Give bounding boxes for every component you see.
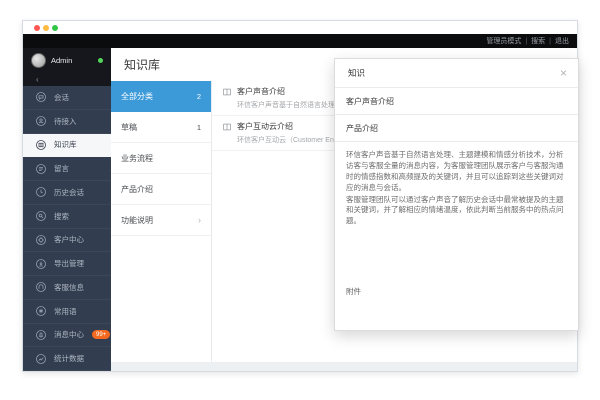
sidebar-item-label: 待接入 (54, 116, 77, 127)
category-business-process[interactable]: 业务流程 (111, 143, 211, 174)
message-icon (35, 163, 47, 175)
sidebar-item-label: 客户中心 (54, 234, 84, 245)
app-window: 管理员模式 | 搜索 | 退出 Admin ‹ 会话 (22, 20, 578, 372)
person-icon (35, 115, 47, 127)
sidebar-item-sessions[interactable]: 会话 (23, 86, 111, 110)
top-appbar: 管理员模式 | 搜索 | 退出 (23, 34, 577, 48)
sidebar-item-agent-info[interactable]: 客服信息 (23, 276, 111, 300)
search-icon (35, 210, 47, 222)
category-label: 功能说明 (121, 215, 153, 226)
sidebar-menu: 会话 待接入 知识库 留言 (23, 86, 111, 371)
category-all[interactable]: 全部分类 2 (111, 81, 211, 112)
open-book-icon (222, 87, 232, 97)
sidebar-item-label: 消息中心 (54, 329, 84, 340)
online-status-dot (98, 58, 103, 63)
knowledge-paragraph: 环信客户声音基于自然语言处理、主题建模和情感分析技术，分析访客与客服全量的消息内… (346, 150, 567, 194)
window-titlebar (23, 21, 577, 34)
category-count: 1 (197, 123, 201, 132)
chevron-right-icon: › (198, 215, 201, 225)
search-result-item[interactable]: 客户声音介绍 (335, 88, 578, 115)
category-label: 业务流程 (121, 153, 153, 164)
logout-link[interactable]: 退出 (555, 36, 569, 46)
sidebar-item-leave-message[interactable]: 留言 (23, 157, 111, 181)
sidebar-item-customer-center[interactable]: 客户中心 (23, 229, 111, 253)
sidebar-item-common-phrases[interactable]: 常用语 (23, 300, 111, 324)
zoom-window-button[interactable] (52, 25, 58, 31)
category-product-intro[interactable]: 产品介绍 (111, 174, 211, 205)
history-clock-icon (35, 186, 47, 198)
stats-chart-icon (35, 353, 47, 365)
headset-icon (35, 281, 47, 293)
category-label: 草稿 (121, 122, 137, 133)
knowledge-search-input[interactable] (346, 67, 560, 79)
target-icon (35, 234, 47, 246)
chat-icon (35, 91, 47, 103)
sidebar-item-label: 统计数据 (54, 353, 84, 364)
sidebar-item-label: 客服信息 (54, 282, 84, 293)
sidebar-item-label: 导出管理 (54, 258, 84, 269)
page-title: 知识库 (124, 56, 160, 73)
sidebar-item-label: 搜索 (54, 211, 69, 222)
article-title: 客户互动云介绍 (237, 121, 293, 132)
sidebar-item-label: 留言 (54, 163, 69, 174)
sidebar-item-knowledge-base[interactable]: 知识库 (23, 134, 111, 158)
sidebar-item-history[interactable]: 历史会话 (23, 181, 111, 205)
avatar (31, 53, 46, 68)
sidebar-collapse-button[interactable]: ‹ (23, 72, 111, 86)
close-window-button[interactable] (34, 25, 40, 31)
sidebar-item-pending[interactable]: 待接入 (23, 110, 111, 134)
profile-name: Admin (51, 56, 72, 65)
category-label: 全部分类 (121, 91, 153, 102)
topbar-separator: | (549, 38, 551, 45)
sidebar-item-label: 历史会话 (54, 187, 84, 198)
screen: 管理员模式 | 搜索 | 退出 Admin ‹ 会话 (0, 0, 600, 400)
category-label: 产品介绍 (121, 184, 153, 195)
sidebar-item-statistics[interactable]: 统计数据 (23, 347, 111, 371)
category-feature-guide[interactable]: 功能说明 › (111, 205, 211, 236)
chevron-left-icon: ‹ (36, 75, 39, 84)
sidebar: Admin ‹ 会话 待接入 (23, 48, 111, 371)
bell-icon (35, 329, 47, 341)
download-icon (35, 258, 47, 270)
knowledge-search-panel: × 客户声音介绍 产品介绍 环信客户声音基于自然语言处理、主题建模和情感分析技术… (334, 58, 579, 331)
knowledge-search-bar: × (335, 59, 578, 88)
asterisk-icon (35, 305, 47, 317)
book-icon (35, 139, 47, 151)
sidebar-item-label: 常用语 (54, 306, 77, 317)
search-link[interactable]: 搜索 (531, 36, 545, 46)
sidebar-item-search[interactable]: 搜索 (23, 205, 111, 229)
sidebar-item-label: 知识库 (54, 139, 77, 150)
knowledge-paragraph: 客服管理团队可以通过客户声音了解历史会话中最常被提及的主题和关键词，并了解相应的… (346, 195, 567, 228)
attachment-label: 附件 (346, 287, 361, 298)
category-list: 全部分类 2 草稿 1 业务流程 产品介绍 (111, 81, 212, 362)
search-result-item[interactable]: 产品介绍 (335, 115, 578, 142)
unread-count-badge: 99+ (92, 330, 110, 339)
category-drafts[interactable]: 草稿 1 (111, 112, 211, 143)
admin-mode-link[interactable]: 管理员模式 (486, 36, 521, 46)
sidebar-item-message-center[interactable]: 消息中心 99+ (23, 324, 111, 348)
knowledge-preview-body: 环信客户声音基于自然语言处理、主题建模和情感分析技术，分析访客与客服全量的消息内… (335, 142, 578, 330)
profile-row[interactable]: Admin (23, 48, 111, 72)
open-book-icon (222, 122, 232, 132)
sidebar-item-export[interactable]: 导出管理 (23, 252, 111, 276)
article-title: 客户声音介绍 (237, 86, 285, 97)
category-count: 2 (197, 92, 201, 101)
close-icon[interactable]: × (560, 67, 567, 79)
sidebar-item-label: 会话 (54, 92, 69, 103)
topbar-separator: | (525, 38, 527, 45)
minimize-window-button[interactable] (43, 25, 49, 31)
